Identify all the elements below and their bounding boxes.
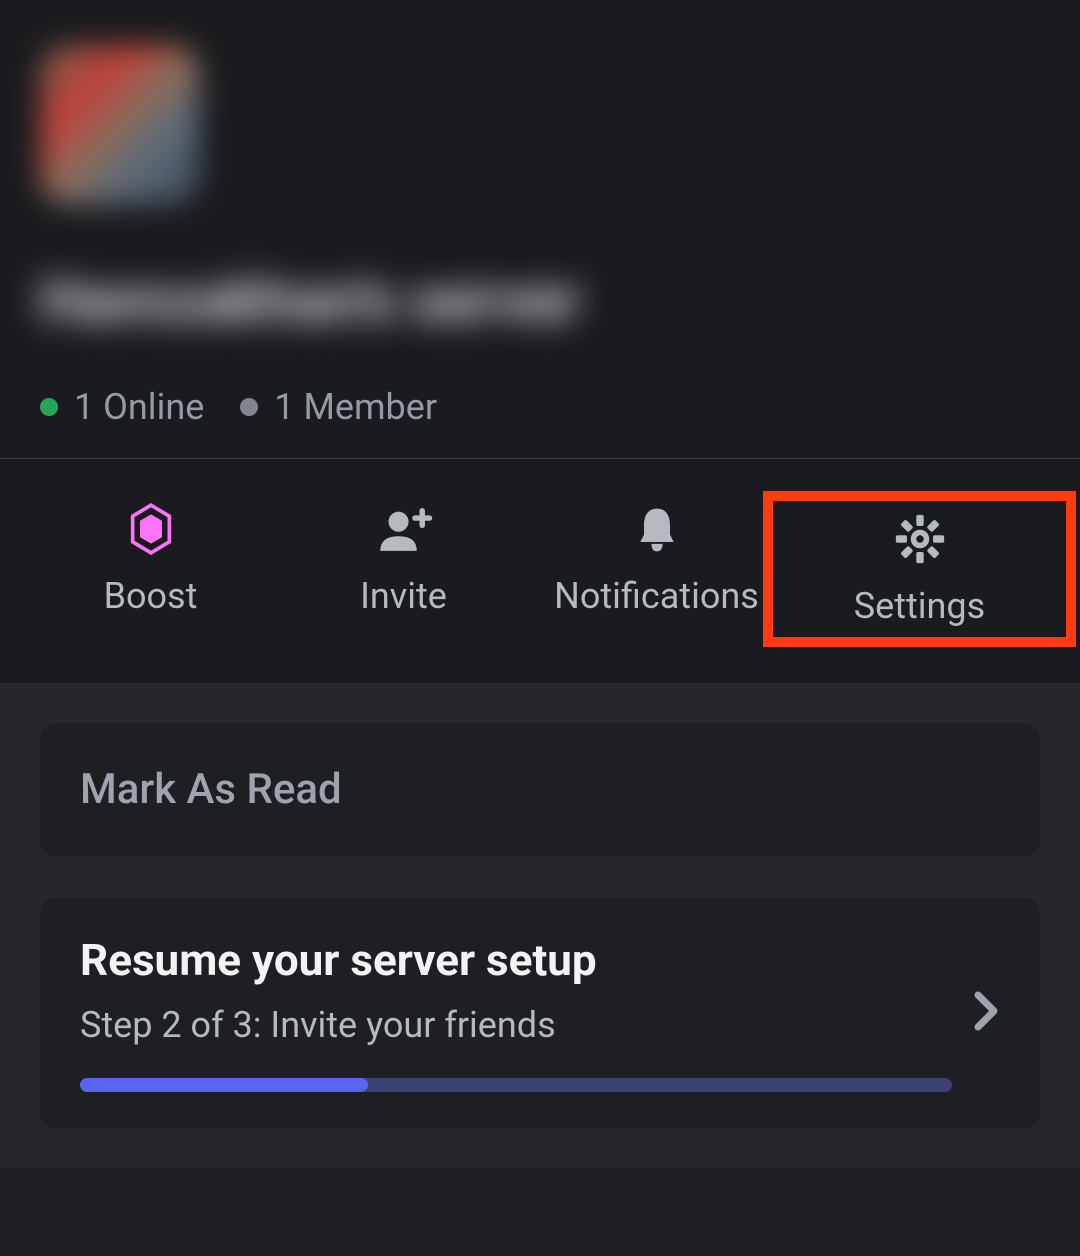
online-stat: 1 Online <box>40 386 204 428</box>
boost-icon <box>129 501 173 557</box>
boost-button[interactable]: Boost <box>24 501 277 637</box>
member-status-dot-icon <box>240 398 258 416</box>
bell-icon <box>634 501 680 557</box>
notifications-button[interactable]: Notifications <box>530 501 783 637</box>
resume-setup-button[interactable]: Resume your server setup Step 2 of 3: In… <box>40 898 1040 1128</box>
gear-icon <box>894 511 946 567</box>
invite-label: Invite <box>360 575 447 617</box>
setup-progress-fill <box>80 1078 368 1092</box>
member-count: 1 Member <box>274 386 437 428</box>
settings-label: Settings <box>854 585 985 627</box>
server-stats: 1 Online 1 Member <box>40 386 1040 428</box>
online-count: 1 Online <box>74 386 204 428</box>
invite-button[interactable]: Invite <box>277 501 530 637</box>
mark-as-read-label: Mark As Read <box>80 765 1000 814</box>
resume-setup-title: Resume your server setup <box>80 934 952 986</box>
server-header: Hamzakhan's server 1 Online 1 Member <box>0 0 1080 458</box>
chevron-right-icon <box>972 989 1000 1037</box>
settings-button[interactable]: Settings <box>763 491 1076 647</box>
mark-as-read-button[interactable]: Mark As Read <box>40 723 1040 856</box>
boost-label: Boost <box>104 575 198 617</box>
resume-setup-subtitle: Step 2 of 3: Invite your friends <box>80 1004 952 1046</box>
server-icon[interactable] <box>40 45 200 205</box>
server-name: Hamzakhan's server <box>40 265 1040 336</box>
add-user-icon <box>373 501 435 557</box>
online-status-dot-icon <box>40 398 58 416</box>
member-stat: 1 Member <box>240 386 437 428</box>
setup-progress-bar <box>80 1078 952 1092</box>
server-options: Mark As Read Resume your server setup St… <box>0 683 1080 1168</box>
notifications-label: Notifications <box>554 575 759 617</box>
server-actions: Boost Invite Notifications <box>0 459 1080 683</box>
